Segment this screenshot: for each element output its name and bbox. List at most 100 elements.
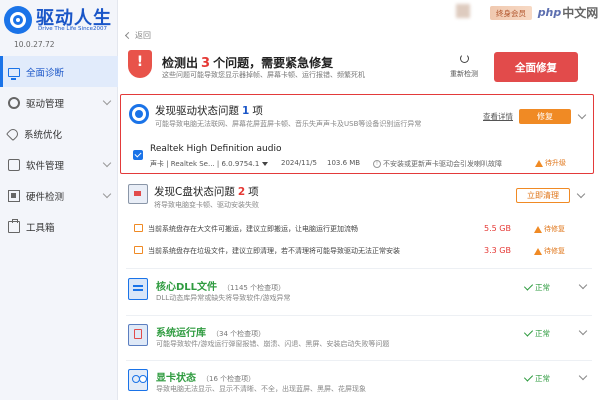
- chevron-down-icon[interactable]: [578, 371, 588, 381]
- chevron-down-icon[interactable]: [576, 189, 586, 199]
- disk-issue-row: 当前系统盘存在垃圾文件，建议立即清理，若不清理将可能导致驱动无法正常安装 3.3…: [120, 240, 594, 262]
- disk-issue-text: 当前系统盘存在垃圾文件，建议立即清理，若不清理将可能导致驱动无法正常安装: [148, 247, 400, 255]
- rescan-button[interactable]: 重新检测: [444, 54, 484, 79]
- box-icon: [8, 158, 20, 171]
- ok-section-count: （34 个检查项）: [212, 330, 266, 338]
- alert-shield: !: [126, 50, 154, 78]
- clean-now-button[interactable]: 立即清理: [516, 188, 570, 203]
- dll-file-icon: [128, 278, 148, 300]
- chevron-down-icon[interactable]: [577, 110, 587, 120]
- user-avatar[interactable]: [456, 4, 470, 18]
- ok-section-status: 正常: [523, 327, 550, 339]
- disk-issue-status-text: 待修复: [544, 225, 565, 233]
- sidebar-item-system-optimize[interactable]: 系统优化: [0, 118, 118, 149]
- sidebar-item-driver-management[interactable]: 驱动管理: [0, 87, 118, 118]
- monitor-icon: [8, 67, 20, 80]
- ok-section-title-text: 显卡状态: [156, 373, 196, 384]
- repair-button[interactable]: 修复: [519, 109, 571, 124]
- driver-status: 待升级: [535, 158, 566, 168]
- check-icon: [523, 327, 534, 337]
- ok-status-text: 正常: [535, 374, 550, 383]
- driver-meta: 声卡 | Realtek Se... | 6.0.9754.1: [150, 159, 269, 169]
- disk-issue-status-text: 待修复: [544, 247, 565, 255]
- logo-icon: [4, 6, 32, 34]
- sidebar-item-label: 硬件检测: [26, 191, 65, 203]
- sidebar-item-label: 工具箱: [26, 222, 55, 234]
- ok-section-title-text: 系统运行库: [156, 328, 206, 339]
- driver-date: 2024/11/5: [281, 159, 317, 167]
- sidebar-item-full-diagnosis[interactable]: 全面诊断: [0, 56, 118, 87]
- member-badge[interactable]: 终身会员: [490, 6, 532, 20]
- chevron-down-icon: [102, 189, 112, 199]
- driver-section-title: 发现驱动状态问题 1 项: [155, 103, 263, 118]
- driver-warning-text: 不安装或更新声卡驱动会引发喇叭故障: [383, 160, 502, 168]
- repair-all-button[interactable]: 全面修复: [494, 52, 578, 82]
- alert-title-suffix: 个问题，需要紧急修复: [213, 56, 334, 70]
- alert-title: 检测出 3 个问题，需要紧急修复: [162, 54, 333, 71]
- disk-issue-section: 发现C盘状态问题 2 项 将导致电脑变卡顿、驱动安装失败 立即清理 当前系统盘存在大…: [120, 178, 594, 264]
- chevron-down-icon[interactable]: [578, 326, 588, 336]
- driver-checkbox[interactable]: [133, 150, 143, 160]
- driver-issue-card: 发现驱动状态问题 1 项 可能导致电脑无法联网、屏幕花屏蓝屏卡顿、音乐失声声卡及US…: [120, 94, 594, 174]
- alert-title-prefix: 检测出: [162, 56, 199, 70]
- driver-size: 103.6 MB: [327, 159, 361, 167]
- ok-section-status: 正常: [523, 281, 550, 293]
- disk-issue-status: 待修复: [534, 224, 565, 234]
- ok-section-title: 显卡状态 （16 个检查项）: [156, 369, 255, 384]
- disk-section-description: 将导致电脑变卡顿、驱动安装失败: [154, 201, 259, 209]
- watermark-text: 中文网: [562, 5, 599, 20]
- ok-section-title-text: 核心DLL文件: [156, 282, 218, 293]
- gear-icon: [8, 96, 20, 109]
- section-divider: [126, 315, 592, 316]
- sidebar-item-hardware-check[interactable]: 硬件检测: [0, 180, 118, 211]
- rocket-icon: [5, 126, 21, 141]
- shield-alert-icon: !: [128, 50, 152, 78]
- ok-section-count: （1145 个检查项）: [223, 284, 286, 292]
- sidebar-item-label: 软件管理: [26, 160, 65, 172]
- watermark-php: php: [537, 5, 562, 19]
- driver-warning: ! 不安装或更新声卡驱动会引发喇叭故障: [373, 159, 502, 169]
- sidebar-item-label: 系统优化: [24, 129, 63, 141]
- info-icon: !: [373, 160, 381, 168]
- app-slogan: Drive The Life Since2007: [38, 26, 107, 32]
- ok-status-text: 正常: [535, 329, 550, 338]
- warning-icon: [535, 159, 543, 167]
- warning-icon: [534, 247, 542, 255]
- chevron-left-icon: [124, 31, 133, 40]
- sidebar-nav: 全面诊断 驱动管理 系统优化 软件管理 硬件检测 工具箱: [0, 56, 118, 242]
- disk-issue-size: 3.3 GB: [484, 246, 511, 255]
- watermark: php 中文网: [536, 0, 600, 24]
- check-icon: [523, 281, 534, 291]
- sidebar-item-software-management[interactable]: 软件管理: [0, 149, 118, 180]
- chevron-down-icon[interactable]: [578, 280, 588, 290]
- rescan-label: 重新检测: [450, 70, 478, 78]
- sidebar-item-label: 全面诊断: [26, 67, 65, 79]
- driver-row: Realtek High Definition audio 声卡 | Realt…: [121, 141, 592, 173]
- driver-meta-text: 声卡 | Realtek Se... | 6.0.9754.1: [150, 160, 260, 168]
- disk-title-prefix: 发现C盘状态问题: [154, 186, 235, 198]
- check-icon: [523, 372, 534, 382]
- app-logo: 驱动人生 Drive The Life Since2007 10.0.27.72: [4, 4, 116, 50]
- driver-title-suffix: 项: [252, 105, 263, 117]
- sidebar-item-toolbox[interactable]: 工具箱: [0, 211, 118, 242]
- back-link[interactable]: 返回: [124, 30, 151, 41]
- app-version: 10.0.27.72: [14, 40, 55, 49]
- disk-title-suffix: 项: [248, 186, 259, 198]
- section-divider: [126, 268, 592, 269]
- back-label: 返回: [135, 31, 151, 40]
- disk-issue-row: 当前系统盘存在大文件可搬运，建议立即搬运，让电脑运行更加流畅 5.5 GB 待修…: [120, 218, 594, 240]
- driver-issue-count: 1: [242, 105, 250, 117]
- ok-section-description: 导致电脑无法显示、显示不清晰、不全，出现蓝屏、黑屏、花屏现象: [156, 385, 366, 393]
- ok-section-description: 可能导致软件/游戏运行弹窗报错、崩溃、闪退、黑屏、安装启动失败等问题: [156, 340, 390, 348]
- disk-issue-count: 2: [237, 186, 246, 198]
- version-dropdown-icon[interactable]: [262, 162, 269, 166]
- top-bar: 终身会员 php 中文网: [118, 0, 600, 30]
- gpu-check-section: 显卡状态 （16 个检查项） 导致电脑无法显示、显示不清晰、不全，出现蓝屏、黑屏、…: [120, 363, 594, 400]
- main-panel: 终身会员 php 中文网 返回 ! 检测出 3 个问题，需要紧急修复 这些问题可能导…: [118, 0, 600, 400]
- trash-file-icon: [134, 246, 143, 254]
- alert-description: 这些问题可能导致您显示器掉帧、屏幕卡顿、运行报错、频繁死机: [162, 71, 365, 79]
- ok-status-text: 正常: [535, 283, 550, 292]
- ok-section-count: （16 个检查项）: [202, 375, 256, 383]
- driver-title-prefix: 发现驱动状态问题: [155, 105, 239, 117]
- view-details-link[interactable]: 查看详情: [483, 111, 513, 122]
